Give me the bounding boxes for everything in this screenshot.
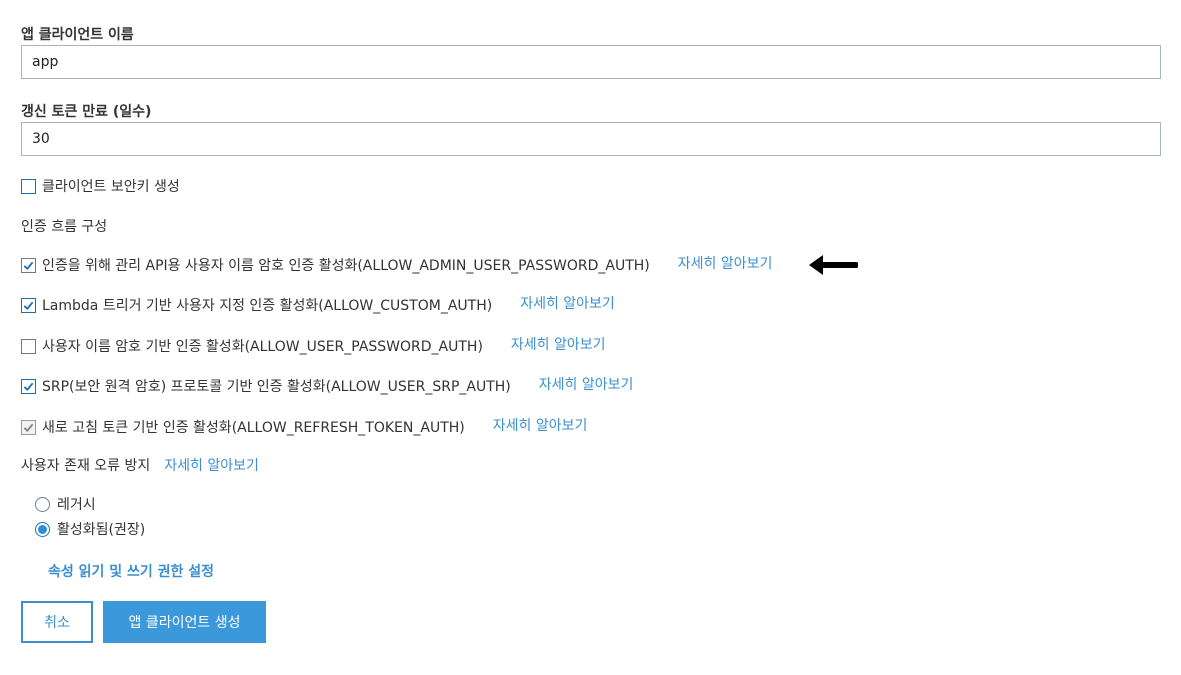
auth-flow-item-custom-auth: Lambda 트리거 기반 사용자 지정 인증 활성화(ALLOW_CUSTOM…	[21, 295, 615, 315]
check-icon	[23, 301, 34, 310]
app-client-name-input[interactable]	[21, 45, 1161, 79]
learn-more-link-refresh-token[interactable]: 자세히 알아보기	[493, 415, 588, 435]
arrow-left-icon	[809, 255, 858, 275]
auth-flow-item-user-password: 사용자 이름 암호 기반 인증 활성화(ALLOW_USER_PASSWORD_…	[21, 336, 606, 356]
legacy-radio-label: 레거시	[57, 497, 96, 513]
custom-auth-label: Lambda 트리거 기반 사용자 지정 인증 활성화(ALLOW_CUSTOM…	[42, 298, 493, 314]
learn-more-link-user-srp[interactable]: 자세히 알아보기	[539, 374, 634, 394]
learn-more-link-admin-user-password[interactable]: 자세히 알아보기	[678, 253, 773, 273]
auth-flow-section-label: 인증 흐름 구성	[21, 219, 108, 235]
admin-user-password-checkbox[interactable]	[21, 257, 36, 273]
admin-user-password-label: 인증을 위해 관리 API용 사용자 이름 암호 인증 활성화(ALLOW_AD…	[42, 258, 650, 274]
learn-more-link-user-existence[interactable]: 자세히 알아보기	[164, 455, 259, 475]
radio-option-legacy[interactable]: 레거시	[35, 494, 96, 514]
custom-auth-checkbox[interactable]	[21, 297, 36, 313]
generate-secret-row: 클라이언트 보안키 생성	[21, 176, 180, 196]
user-password-label: 사용자 이름 암호 기반 인증 활성화(ALLOW_USER_PASSWORD_…	[42, 339, 483, 355]
attribute-permissions-link[interactable]: 속성 읽기 및 쓰기 권한 설정	[48, 561, 214, 581]
refresh-token-checkbox	[21, 419, 36, 435]
enabled-radio-label: 활성화됨(권장)	[57, 522, 146, 538]
app-client-form: 앱 클라이언트 이름 갱신 토큰 만료 (일수) 클라이언트 보안키 생성 인증…	[0, 0, 1181, 675]
check-icon	[23, 261, 34, 270]
check-icon	[23, 423, 34, 432]
app-client-name-label: 앱 클라이언트 이름	[21, 27, 134, 43]
user-srp-label: SRP(보안 원격 암호) 프로토콜 기반 인증 활성화(ALLOW_USER_…	[42, 379, 511, 395]
learn-more-link-custom-auth[interactable]: 자세히 알아보기	[520, 293, 615, 313]
create-app-client-button[interactable]: 앱 클라이언트 생성	[103, 601, 266, 643]
user-srp-checkbox[interactable]	[21, 378, 36, 394]
user-password-checkbox[interactable]	[21, 338, 36, 354]
learn-more-link-user-password[interactable]: 자세히 알아보기	[511, 334, 606, 354]
user-existence-row: 사용자 존재 오류 방지 자세히 알아보기	[21, 455, 259, 475]
refresh-token-label: 갱신 토큰 만료 (일수)	[21, 104, 152, 120]
refresh-token-auth-label: 새로 고침 토큰 기반 인증 활성화(ALLOW_REFRESH_TOKEN_A…	[42, 420, 465, 436]
auth-flow-item-user-srp: SRP(보안 원격 암호) 프로토콜 기반 인증 활성화(ALLOW_USER_…	[21, 376, 633, 396]
check-icon	[23, 382, 34, 391]
generate-secret-label: 클라이언트 보안키 생성	[42, 179, 180, 195]
radio-dot	[38, 524, 47, 534]
radio-option-enabled[interactable]: 활성화됨(권장)	[35, 519, 145, 539]
user-existence-label: 사용자 존재 오류 방지	[21, 458, 151, 474]
auth-flow-item-refresh-token: 새로 고침 토큰 기반 인증 활성화(ALLOW_REFRESH_TOKEN_A…	[21, 417, 587, 437]
refresh-token-input[interactable]	[21, 122, 1161, 156]
legacy-radio[interactable]	[35, 496, 50, 512]
enabled-radio[interactable]	[35, 521, 50, 537]
auth-flow-item-admin-user-password: 인증을 위해 관리 API용 사용자 이름 암호 인증 활성화(ALLOW_AD…	[21, 255, 772, 275]
cancel-button[interactable]: 취소	[21, 601, 93, 643]
generate-secret-checkbox[interactable]	[21, 178, 36, 194]
